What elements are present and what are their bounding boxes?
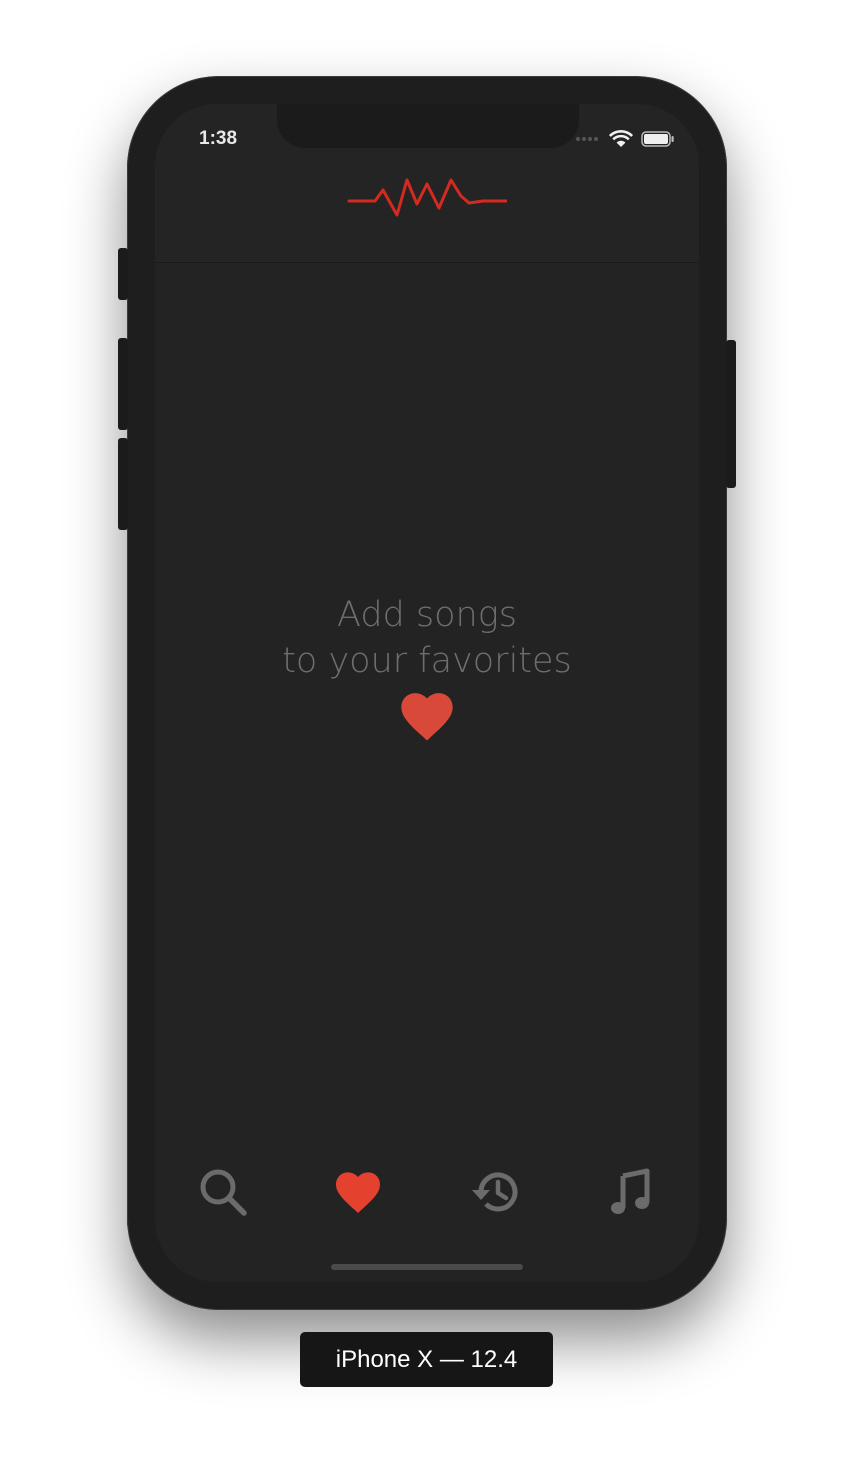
search-icon — [200, 1169, 247, 1216]
device-label: iPhone X — 12.4 — [300, 1332, 553, 1387]
power-button — [726, 340, 736, 488]
tab-history[interactable] — [464, 1162, 524, 1222]
home-indicator[interactable] — [331, 1264, 523, 1270]
heart-icon — [401, 693, 453, 741]
volume-up-button — [118, 338, 128, 430]
signal-dots-icon — [576, 137, 598, 141]
music-note-icon — [611, 1168, 650, 1214]
waveform-logo — [347, 178, 507, 217]
app-screen: 1:38 Add songs to your favorites — [155, 104, 699, 1282]
empty-state-message: Add songs to your favorites — [155, 592, 699, 684]
empty-state-line1: Add songs — [337, 595, 517, 635]
silent-switch — [118, 248, 128, 300]
tab-music[interactable] — [601, 1162, 661, 1222]
tab-search[interactable] — [193, 1162, 253, 1222]
volume-down-button — [118, 438, 128, 530]
wifi-icon — [609, 130, 633, 147]
history-icon — [472, 1172, 518, 1212]
notch — [277, 104, 579, 148]
heart-icon — [336, 1172, 380, 1213]
status-icons — [575, 130, 675, 148]
tab-favorites[interactable] — [328, 1162, 388, 1222]
tab-bar — [155, 1144, 699, 1234]
status-time: 1:38 — [199, 128, 238, 149]
empty-state-line2: to your favorites — [282, 641, 572, 681]
battery-icon — [641, 131, 674, 147]
